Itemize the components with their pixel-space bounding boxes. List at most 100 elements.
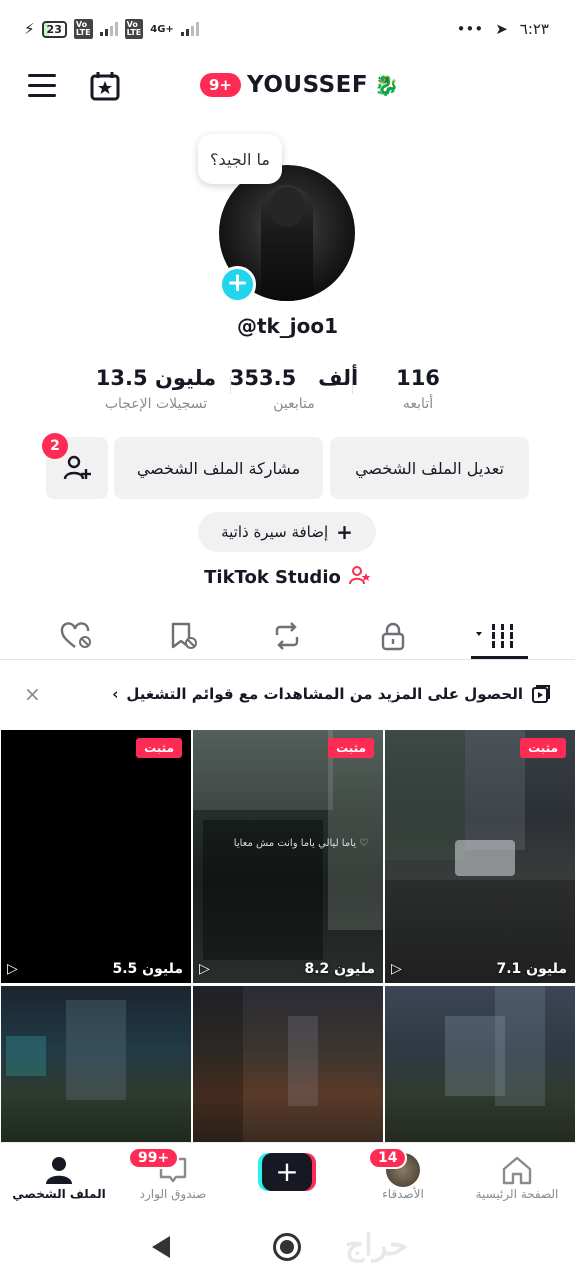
- followers-count: ألف 353.5: [224, 366, 364, 390]
- edit-profile-button[interactable]: تعديل الملف الشخصي: [330, 437, 529, 499]
- heart-hidden-icon: [60, 622, 91, 648]
- status-bar: ⚡ 23 Vo LTE Vo LTE 4G+ ••• ➤ ٦:٢٣: [0, 0, 575, 58]
- nav-inbox[interactable]: 99+ صندوق الوارد: [118, 1147, 228, 1201]
- views-label: 5.5 مليون: [112, 961, 183, 977]
- video-caption: ياما ليالي ياما وانت مش معايا ♡: [233, 838, 369, 849]
- tab-reposts[interactable]: [262, 616, 312, 656]
- create-plus-icon: +: [262, 1153, 312, 1191]
- stat-followers[interactable]: ألف 353.5 متابعين: [224, 366, 364, 412]
- nav-home[interactable]: الصفحة الرئيسية: [462, 1153, 572, 1201]
- more-dots: •••: [456, 20, 484, 38]
- charging-icon: ⚡: [24, 20, 35, 38]
- home-icon: [502, 1156, 532, 1185]
- volte-icon-2: Vo LTE: [124, 19, 144, 39]
- back-icon[interactable]: [152, 1236, 170, 1258]
- add-friends-button[interactable]: 2: [42, 433, 108, 499]
- share-profile-button[interactable]: مشاركة الملف الشخصي: [114, 437, 323, 499]
- home-button-icon[interactable]: [273, 1233, 301, 1261]
- inbox-badge: 99+: [128, 1147, 180, 1169]
- bookmark-hidden-icon: [171, 622, 197, 649]
- status-left: ⚡ 23 Vo LTE Vo LTE 4G+: [24, 19, 199, 39]
- likes-count: 13.5 مليون: [86, 366, 226, 390]
- menu-icon[interactable]: [28, 74, 56, 98]
- play-icon: ▷: [7, 961, 18, 977]
- nav-profile[interactable]: الملف الشخصي: [4, 1153, 114, 1201]
- tab-indicator: [471, 656, 528, 659]
- video-thumbnail[interactable]: [1, 986, 191, 1142]
- telegram-icon: ➤: [495, 20, 508, 38]
- nav-profile-label: الملف الشخصي: [12, 1187, 106, 1201]
- views-label: 8.2 مليون: [304, 961, 375, 977]
- likes-value: 13.5: [95, 366, 148, 390]
- add-person-icon: [63, 455, 91, 480]
- playlist-banner[interactable]: × ‹ الحصول على المزيد من المشاهدات مع قو…: [0, 668, 575, 720]
- network-type: 4G+: [150, 23, 174, 35]
- stat-following[interactable]: 116 أتابعه: [373, 366, 463, 412]
- creator-icon: [348, 564, 371, 591]
- profile-tabs: [0, 610, 575, 660]
- tiktok-studio-link[interactable]: TikTok Studio: [0, 564, 575, 591]
- video-thumbnail[interactable]: مثبت ▷ 7.1 مليون: [385, 730, 575, 983]
- profile-header: 9+ YOUSSEF 🐉: [0, 60, 575, 114]
- video-thumbnail[interactable]: مثبت ياما ليالي ياما وانت مش معايا ♡ ▷ 8…: [193, 730, 383, 983]
- clock: ٦:٢٣: [519, 20, 549, 38]
- grid-icon: [476, 624, 517, 648]
- watermark-logo: حراج: [345, 1228, 408, 1263]
- bottom-nav: الصفحة الرئيسية 14 الأصدقاء + 99+ صندوق …: [0, 1142, 575, 1214]
- play-icon: ▷: [391, 961, 402, 977]
- add-story-button[interactable]: +: [219, 266, 256, 303]
- status-right: ••• ➤ ٦:٢٣: [457, 20, 549, 38]
- dragon-emoji-icon: 🐉: [374, 73, 400, 97]
- view-count: ▷ 8.2 مليون: [199, 961, 375, 977]
- likes-label: تسجيلات الإعجاب: [104, 396, 208, 412]
- create-button[interactable]: +: [258, 1153, 316, 1191]
- tab-videos[interactable]: [471, 616, 521, 656]
- battery-level: 23: [46, 22, 62, 36]
- tab-favorites[interactable]: [158, 616, 208, 656]
- followers-value: 353.5: [229, 366, 297, 390]
- nav-friends[interactable]: 14 الأصدقاء: [348, 1147, 458, 1201]
- tab-private[interactable]: [368, 616, 418, 656]
- nav-inbox-label: صندوق الوارد: [139, 1187, 207, 1201]
- stat-divider: [230, 376, 231, 394]
- status-bubble[interactable]: ما الجيد؟: [198, 134, 282, 184]
- followers-label: متابعين: [273, 396, 315, 412]
- add-bio-label: إضافة سيرة ذاتية: [221, 523, 329, 541]
- view-count: ▷ 5.5 مليون: [7, 961, 183, 977]
- play-icon: ▷: [199, 961, 210, 977]
- nav-friends-label: الأصدقاء: [382, 1187, 424, 1201]
- following-count: 116: [396, 366, 440, 390]
- video-thumbnail[interactable]: مثبت ▷ 5.5 مليون: [1, 730, 191, 983]
- video-grid: مثبت ▷ 5.5 مليون مثبت ياما ليالي ياما وا…: [0, 730, 575, 1142]
- banner-content[interactable]: ‹ الحصول على المزيد من المشاهدات مع قوائ…: [112, 684, 551, 704]
- pinned-badge: مثبت: [520, 738, 566, 758]
- tab-liked[interactable]: [52, 616, 102, 656]
- stat-likes[interactable]: 13.5 مليون تسجيلات الإعجاب: [86, 366, 226, 412]
- pinned-badge: مثبت: [328, 738, 374, 758]
- nav-home-label: الصفحة الرئيسية: [475, 1187, 559, 1201]
- chevron-icon: ‹: [112, 685, 119, 703]
- battery-icon: 23: [41, 20, 67, 38]
- calendar-star-icon[interactable]: [89, 70, 121, 102]
- system-nav-bar: حراج: [0, 1214, 575, 1280]
- notification-badge[interactable]: 9+: [200, 73, 242, 97]
- banner-label: الحصول على المزيد من المشاهدات مع قوائم …: [126, 685, 523, 703]
- friend-requests-badge: 2: [42, 433, 68, 459]
- repost-icon: [275, 622, 299, 650]
- playlist-icon: [532, 685, 550, 703]
- following-label: أتابعه: [402, 396, 434, 412]
- lock-icon: [381, 622, 405, 651]
- profile-name[interactable]: YOUSSEF: [247, 72, 368, 98]
- view-count: ▷ 7.1 مليون: [391, 961, 567, 977]
- friends-badge: 14: [368, 1147, 408, 1169]
- video-thumbnail[interactable]: [193, 986, 383, 1142]
- pinned-badge: مثبت: [136, 738, 182, 758]
- signal-icon-2: [180, 22, 199, 36]
- close-icon[interactable]: ×: [24, 682, 41, 706]
- followers-unit: ألف: [318, 366, 359, 390]
- add-bio-button[interactable]: إضافة سيرة ذاتية +: [198, 512, 376, 552]
- signal-icon: [99, 22, 118, 36]
- studio-label: TikTok Studio: [204, 567, 341, 588]
- video-thumbnail[interactable]: [385, 986, 575, 1142]
- username-handle: @tk_joo1: [236, 314, 339, 338]
